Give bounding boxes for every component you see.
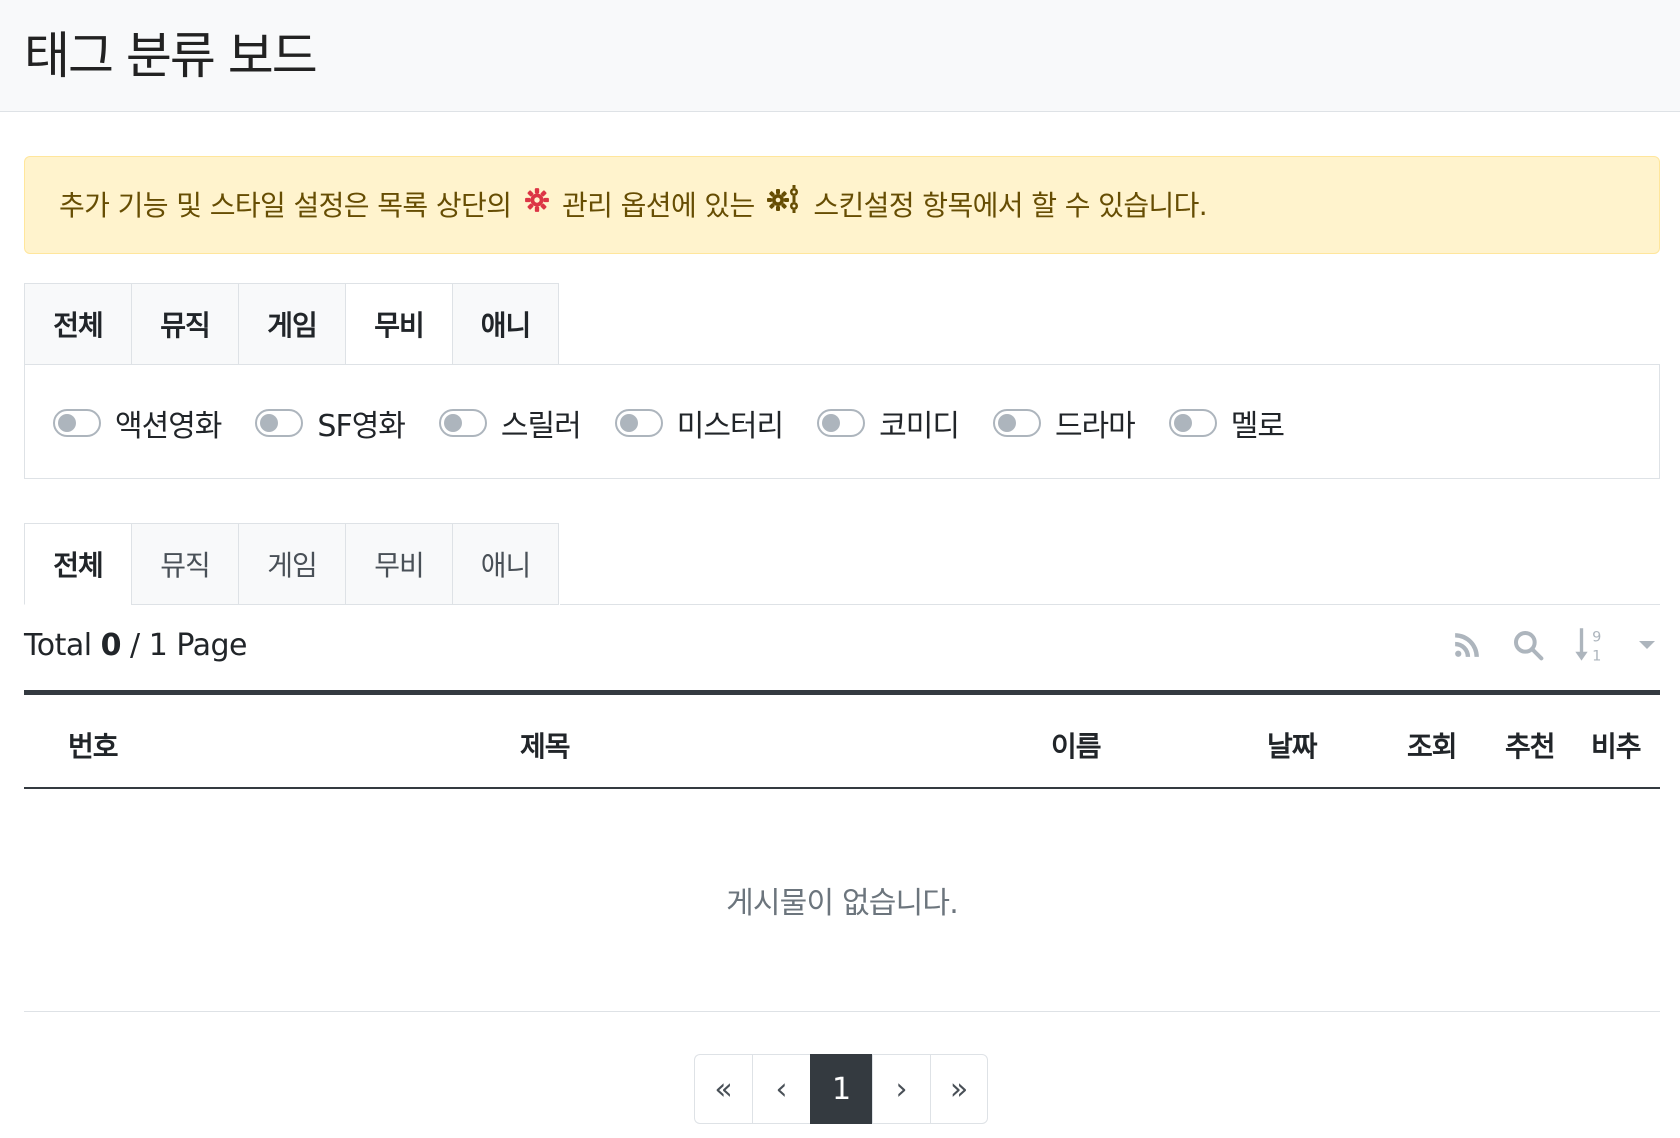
toggle-switch[interactable]: [817, 409, 866, 437]
prev-page-button[interactable]: ‹: [752, 1054, 810, 1124]
last-page-button[interactable]: »: [930, 1054, 988, 1124]
table-header: 번호 제목 이름 날짜 조회 추천 비추: [24, 690, 1660, 789]
tab-movie[interactable]: 무비: [345, 283, 452, 365]
toggle-switch[interactable]: [1168, 409, 1217, 437]
alert-text: 추가 기능 및 스타일 설정은 목록 상단의 관리 옵션에 있는 스킨설정 항목…: [59, 185, 1208, 226]
search-icon[interactable]: [1512, 629, 1544, 661]
col-date[interactable]: 날짜: [1267, 725, 1318, 765]
next-page-button[interactable]: ›: [872, 1054, 930, 1124]
sort-numeric-icon[interactable]: 91: [1574, 626, 1608, 664]
list-tab-music[interactable]: 뮤직: [131, 523, 238, 605]
toggle-thriller[interactable]: 스릴러: [438, 401, 582, 445]
rss-icon[interactable]: [1452, 630, 1482, 660]
col-number[interactable]: 번호: [68, 725, 119, 765]
list-tab-movie[interactable]: 무비: [345, 523, 452, 605]
toggle-label: 멜로: [1230, 409, 1285, 444]
total-sep: /: [130, 628, 140, 663]
tab-music[interactable]: 뮤직: [131, 283, 238, 365]
list-tab-anime[interactable]: 애니: [452, 523, 559, 605]
total-count: 0: [100, 628, 122, 663]
col-recommend[interactable]: 추천: [1505, 725, 1556, 765]
total-label: Total: [24, 628, 92, 663]
toggle-label: 미스터리: [676, 409, 784, 444]
toggle-sf-movie[interactable]: SF영화: [255, 401, 406, 445]
toggle-label: 드라마: [1054, 409, 1136, 444]
toggle-label: 액션영화: [115, 409, 222, 444]
tab-all[interactable]: 전체: [24, 283, 131, 365]
tab-game[interactable]: 게임: [238, 283, 345, 365]
col-title[interactable]: 제목: [520, 725, 571, 765]
toggle-switch[interactable]: [255, 409, 304, 437]
toggle-switch[interactable]: [614, 409, 663, 437]
list-tab-all[interactable]: 전체: [24, 523, 131, 605]
tag-toggle-row: 액션영화 SF영화 스릴러 미스터리 코미디 드라마 멜로: [53, 401, 1318, 445]
category-tabs: 전체 뮤직 게임 무비 애니: [24, 283, 559, 365]
col-downvote[interactable]: 비추: [1591, 725, 1642, 765]
svg-text:1: 1: [1592, 649, 1601, 664]
svg-text:9: 9: [1592, 630, 1601, 646]
alert-text-after: 스킨설정 항목에서 할 수 있습니다.: [813, 189, 1208, 222]
toggle-switch[interactable]: [53, 409, 101, 437]
empty-list: 게시물이 없습니다.: [24, 790, 1660, 1012]
list-tab-game[interactable]: 게임: [238, 523, 345, 605]
col-name[interactable]: 이름: [1051, 725, 1102, 765]
empty-message: 게시물이 없습니다.: [726, 886, 959, 921]
alert-text-middle: 관리 옵션에 있는: [562, 189, 755, 222]
current-page-button[interactable]: 1: [810, 1054, 872, 1124]
list-toolbar: 91: [1422, 626, 1656, 664]
tag-toggle-panel: 액션영화 SF영화 스릴러 미스터리 코미디 드라마 멜로: [24, 364, 1660, 479]
pagination: « ‹ 1 › »: [694, 1054, 988, 1124]
toggle-comedy[interactable]: 코미디: [817, 401, 960, 445]
toggle-drama[interactable]: 드라마: [992, 401, 1136, 445]
toggle-switch[interactable]: [992, 409, 1041, 437]
toggle-label: 코미디: [879, 409, 960, 444]
page-header: 태그 분류 보드: [0, 0, 1680, 112]
toggle-label: 스릴러: [500, 409, 582, 444]
toggle-switch[interactable]: [438, 409, 487, 437]
first-page-button[interactable]: «: [694, 1054, 752, 1124]
page-label: Page: [176, 628, 247, 663]
gears-icon: [767, 185, 801, 223]
list-tabs: 전체 뮤직 게임 무비 애니: [24, 523, 559, 605]
info-alert: 추가 기능 및 스타일 설정은 목록 상단의 관리 옵션에 있는 스킨설정 항목…: [24, 156, 1660, 254]
tab-anime[interactable]: 애니: [452, 283, 559, 365]
gear-icon: [524, 185, 550, 223]
total-summary: Total 0 / 1 Page: [24, 628, 247, 663]
col-views[interactable]: 조회: [1407, 725, 1458, 765]
toggle-action-movie[interactable]: 액션영화: [53, 401, 222, 445]
toggle-label: SF영화: [317, 409, 405, 444]
page-title: 태그 분류 보드: [24, 27, 318, 85]
caret-down-icon[interactable]: [1638, 639, 1656, 651]
alert-text-before: 추가 기능 및 스타일 설정은 목록 상단의: [59, 189, 512, 222]
toggle-melo[interactable]: 멜로: [1168, 401, 1285, 445]
tabs-divider: [560, 604, 1660, 605]
toggle-mystery[interactable]: 미스터리: [614, 401, 784, 445]
page-count: 1: [148, 628, 168, 663]
